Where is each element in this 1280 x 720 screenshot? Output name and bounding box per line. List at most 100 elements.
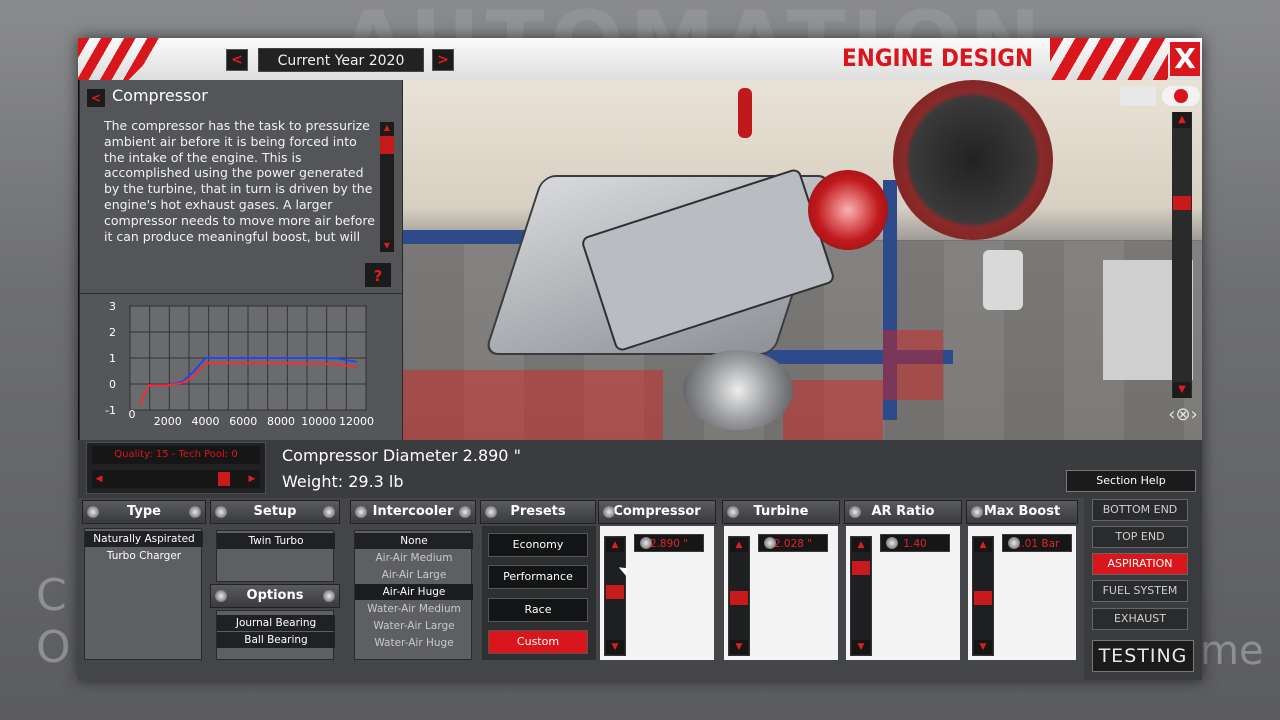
compressor-bolt-icon: [603, 506, 615, 518]
bolt-icon: [189, 506, 201, 518]
ar-ratio-value-bolt-icon: [886, 537, 898, 549]
eye-icon[interactable]: [1162, 86, 1200, 106]
section-help-button[interactable]: Section Help: [1066, 470, 1196, 492]
options-panel-header: Options: [210, 584, 340, 608]
ar-ratio-slider-thumb[interactable]: [852, 561, 870, 576]
help-button[interactable]: ?: [364, 262, 392, 288]
zoom-down-arrow-icon[interactable]: ▼: [1173, 382, 1191, 398]
info-back-button[interactable]: <: [86, 88, 106, 108]
prev-year-button[interactable]: <: [226, 49, 248, 71]
presets-panel-title: Presets: [510, 504, 566, 519]
ar-ratio-slider-down-icon[interactable]: ▼: [852, 640, 870, 654]
zoom-scrollbar-thumb[interactable]: [1173, 196, 1191, 210]
bolt-icon: [485, 506, 497, 518]
compressor-slider-down-icon[interactable]: ▼: [606, 640, 624, 654]
turbine-slider-thumb[interactable]: [730, 591, 748, 606]
zoom-scrollbar[interactable]: [1172, 112, 1192, 398]
turbocharger: [683, 350, 793, 430]
nav-aspiration-button[interactable]: ASPIRATION: [1092, 553, 1188, 575]
type-list: Naturally Aspirated Turbo Charger: [84, 528, 203, 660]
turbine-value-bolt-icon: [764, 537, 776, 549]
intercooler-option-air-air-medium[interactable]: Air-Air Medium: [355, 550, 473, 566]
floor-marking: [783, 380, 883, 442]
info-scrollbar-thumb[interactable]: [380, 136, 394, 154]
background-text-right: me: [1200, 628, 1264, 674]
options-option-journal-bearing[interactable]: Journal Bearing: [217, 615, 335, 631]
preset-performance-button[interactable]: Performance: [488, 565, 588, 589]
quality-slider-right-icon[interactable]: ▶: [246, 472, 258, 486]
nav-fuel-system-button[interactable]: FUEL SYSTEM: [1092, 580, 1188, 602]
close-button[interactable]: X: [1170, 42, 1200, 76]
setup-list: Twin Turbo: [216, 530, 335, 582]
compressor-slider-up-icon[interactable]: ▲: [606, 538, 624, 552]
ar-ratio-bolt-icon: [849, 506, 861, 518]
setup-option-twin-turbo[interactable]: Twin Turbo: [217, 533, 335, 549]
max-boost-value-bolt-icon: [1008, 537, 1020, 549]
quality-slider-thumb[interactable]: [217, 472, 230, 486]
eye-pupil: [1174, 89, 1188, 103]
bolt-icon: [87, 506, 99, 518]
intercooler-option-water-air-huge[interactable]: Water-Air Huge: [355, 635, 473, 651]
engine-3d-viewport[interactable]: [403, 80, 1202, 442]
info-scroll-up-icon[interactable]: ▲: [380, 122, 394, 134]
zoom-up-arrow-icon[interactable]: ▲: [1173, 112, 1191, 128]
ar-ratio-panel-header: AR Ratio: [844, 500, 962, 524]
bolt-icon: [215, 590, 227, 602]
turbo-sliders: Compressor 2.890 " ▲ ▼ Turbine 2.028 " ▲ ▼ AR Ra…: [598, 498, 1080, 662]
info-scroll-down-icon[interactable]: ▼: [380, 240, 394, 252]
next-year-button[interactable]: >: [432, 49, 454, 71]
y-tick-label: 3: [109, 300, 116, 313]
type-option-naturally-aspirated[interactable]: Naturally Aspirated: [85, 531, 203, 547]
ar-ratio-slider-up-icon[interactable]: ▲: [852, 538, 870, 552]
intercooler-panel-header: Intercooler: [350, 500, 476, 524]
intercooler-option-air-air-large[interactable]: Air-Air Large: [355, 567, 473, 583]
window-title: ENGINE DESIGN: [842, 44, 1034, 72]
boost-chart: 3 2 1 0 -1 2000 4000 6000 8000 10000 12000 0: [105, 300, 374, 428]
fire-extinguisher: [738, 88, 752, 138]
setup-panel-header: Setup: [210, 500, 340, 524]
nav-bottom-end-button[interactable]: BOTTOM END: [1092, 499, 1188, 521]
compressor-panel-title: Compressor: [613, 504, 701, 519]
camera-icon[interactable]: [1120, 86, 1156, 106]
ar-ratio-panel-title: AR Ratio: [871, 504, 935, 519]
quality-slider-left-icon[interactable]: ◀: [93, 472, 105, 486]
intercooler-option-water-air-medium[interactable]: Water-Air Medium: [355, 601, 473, 617]
y-tick-label: -1: [105, 404, 116, 417]
testing-button[interactable]: TESTING: [1092, 640, 1194, 672]
radiator-fan: [893, 80, 1053, 240]
compressor-value-bolt-icon: [640, 537, 652, 549]
y-tick-label: 0: [109, 378, 116, 391]
type-panel-title: Type: [127, 504, 161, 519]
ar-ratio-slider[interactable]: [850, 536, 872, 656]
preset-custom-button[interactable]: Custom: [488, 630, 588, 654]
intercooler-option-none[interactable]: None: [355, 533, 473, 549]
compressor-slider-thumb[interactable]: [606, 584, 624, 599]
type-option-turbo-charger[interactable]: Turbo Charger: [85, 548, 203, 564]
bolt-icon: [459, 506, 471, 518]
y-tick-label: 1: [109, 352, 116, 365]
info-heading: Compressor: [112, 86, 208, 105]
turbine-slider-down-icon[interactable]: ▼: [730, 640, 748, 654]
nav-exhaust-button[interactable]: EXHAUST: [1092, 608, 1188, 630]
intercooler-option-water-air-large[interactable]: Water-Air Large: [355, 618, 473, 634]
max-boost-slider-up-icon[interactable]: ▲: [974, 538, 992, 552]
max-boost-bolt-icon: [971, 506, 983, 518]
rotate-view-icon[interactable]: ‹⊗›: [1166, 404, 1200, 428]
info-description: The compressor has the task to pressuriz…: [104, 118, 375, 244]
preset-race-button[interactable]: Race: [488, 598, 588, 622]
bolt-icon: [323, 590, 335, 602]
nav-top-end-button[interactable]: TOP END: [1092, 526, 1188, 548]
max-boost-slider-thumb[interactable]: [974, 591, 992, 606]
intercooler-option-air-air-huge[interactable]: Air-Air Huge: [355, 584, 473, 600]
turbine-slider-up-icon[interactable]: ▲: [730, 538, 748, 552]
quality-slider[interactable]: [92, 470, 260, 488]
presets-panel-header: Presets: [480, 500, 596, 524]
bolt-icon: [215, 506, 227, 518]
x-tick-label: 8000: [267, 415, 295, 428]
max-boost-panel-header: Max Boost: [966, 500, 1078, 524]
fuel-canister: [983, 250, 1023, 310]
preset-economy-button[interactable]: Economy: [488, 533, 588, 557]
options-option-ball-bearing[interactable]: Ball Bearing: [217, 632, 335, 648]
background-text-left: C O: [36, 570, 71, 673]
max-boost-slider-down-icon[interactable]: ▼: [974, 640, 992, 654]
